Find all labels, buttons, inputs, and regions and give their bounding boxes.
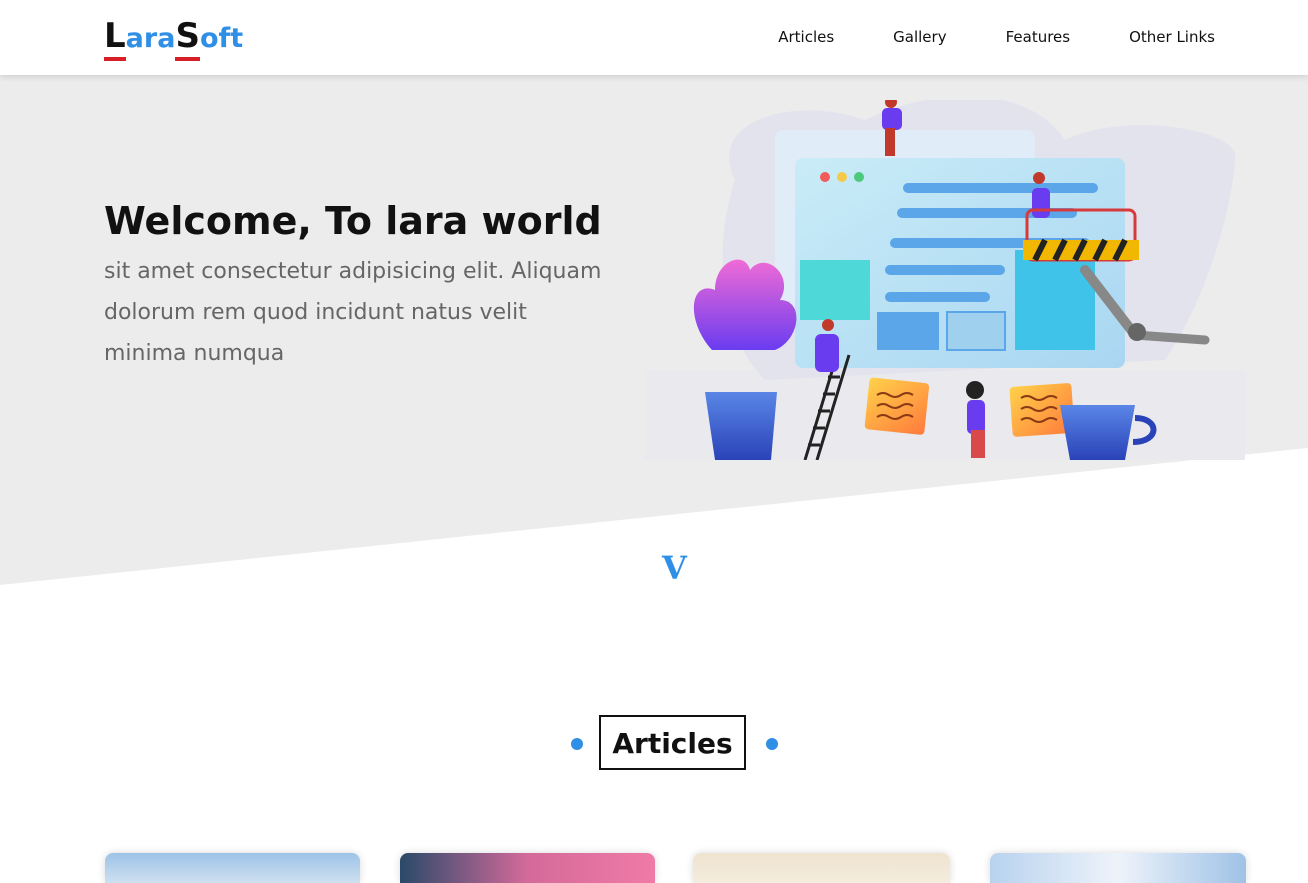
nav-link-other-links[interactable]: Other Links (1129, 27, 1215, 47)
nav-link-gallery[interactable]: Gallery (893, 27, 946, 47)
dot-left-icon (571, 738, 583, 750)
logo-letter-s: S (175, 16, 200, 61)
dot-right-icon (766, 738, 778, 750)
article-card[interactable] (105, 853, 360, 883)
nav-link-features[interactable]: Features (1006, 27, 1071, 47)
articles-section-title: Articles (599, 715, 746, 770)
scroll-down-indicator[interactable]: V (662, 549, 687, 587)
web-design-illustration (645, 100, 1245, 460)
logo-letter-l: L (104, 16, 126, 61)
nav-link-articles[interactable]: Articles (778, 27, 834, 47)
article-card[interactable] (693, 853, 950, 883)
brand-logo[interactable]: LaraSoft (104, 16, 244, 61)
logo-text-oft: oft (199, 23, 244, 54)
articles-heading-group: Articles (570, 715, 780, 773)
article-card[interactable] (400, 853, 655, 883)
hero-text: sit amet consectetur adipisicing elit. A… (104, 259, 602, 366)
main-nav: Articles Gallery Features Other Links (719, 27, 1215, 47)
article-card[interactable] (990, 853, 1246, 883)
site-header: LaraSoft Articles Gallery Features Other… (0, 0, 1308, 75)
logo-text-ara: ara (125, 23, 176, 54)
hero-title: Welcome, To lara world (104, 199, 602, 243)
